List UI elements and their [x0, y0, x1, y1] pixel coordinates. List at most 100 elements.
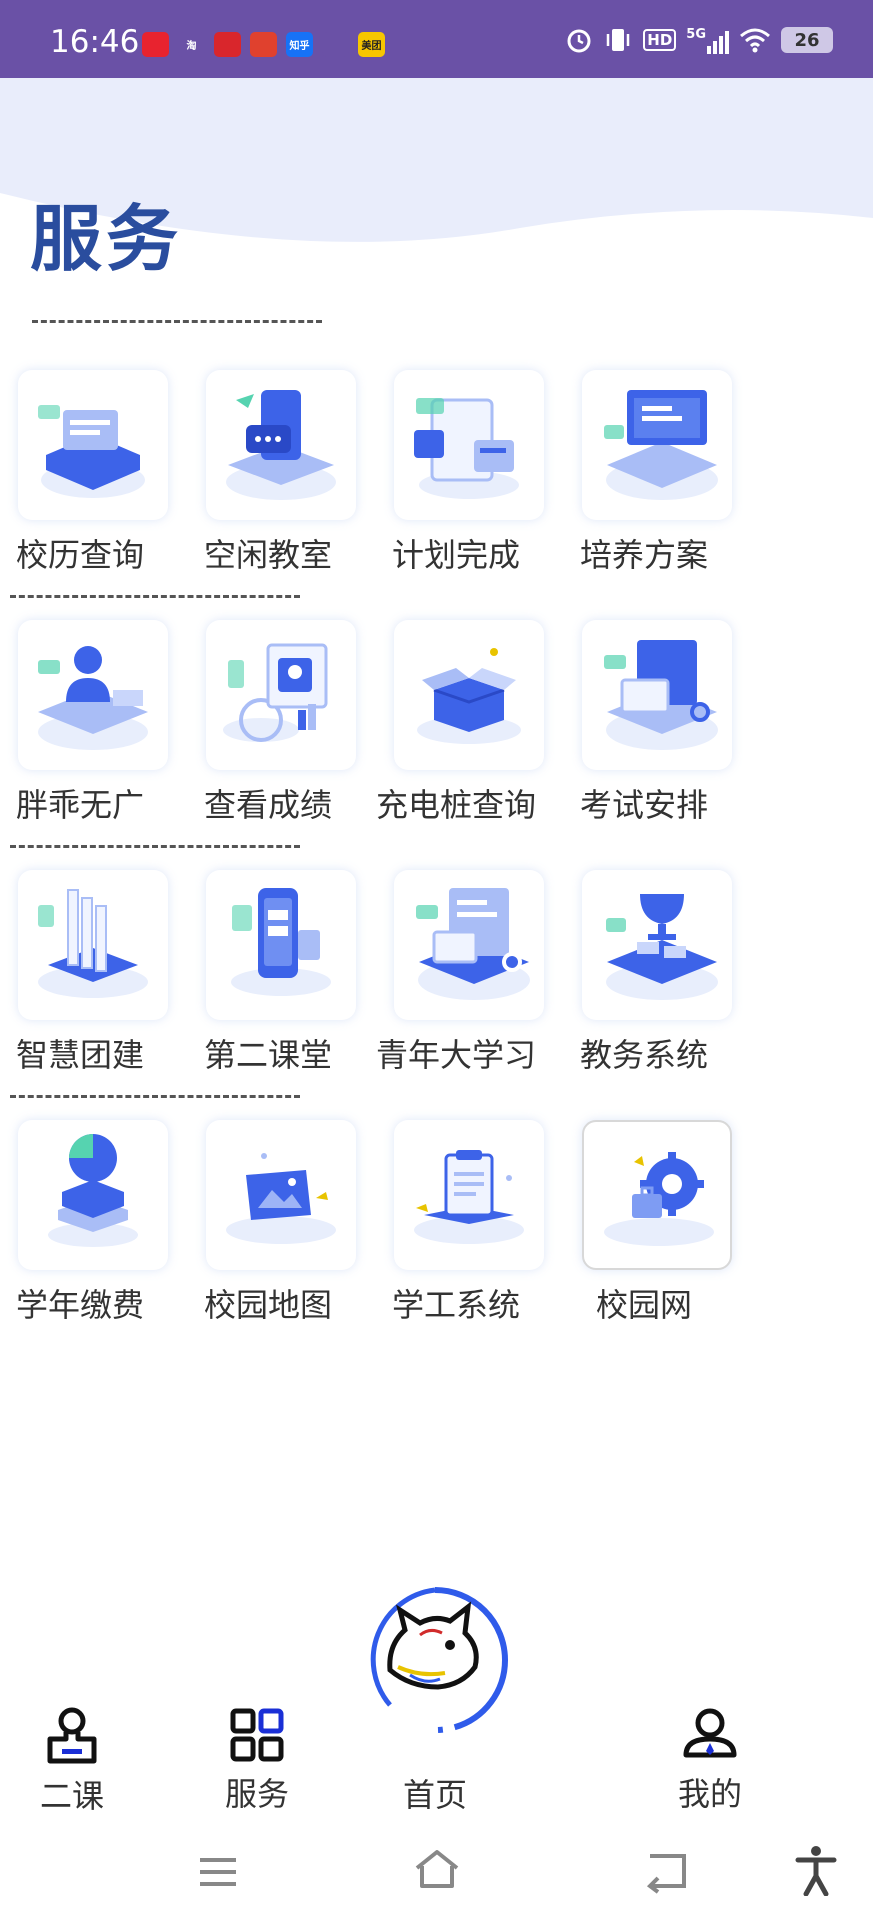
system-navigation-bar	[0, 1830, 873, 1920]
row-divider	[10, 595, 300, 598]
service-label: 培养方案	[579, 536, 708, 574]
page-title: 服务	[30, 197, 183, 281]
system-status-icons: HD 5G 26	[565, 26, 833, 54]
service-item[interactable]: 胖乖无广	[0, 620, 180, 840]
docs-stack-icon	[38, 889, 148, 998]
taobao-icon: 淘	[178, 32, 205, 57]
service-card[interactable]	[394, 370, 544, 520]
service-label: 学年缴费	[15, 1286, 144, 1324]
service-item[interactable]: 充电桩查询	[356, 620, 556, 840]
nav-label: 首页	[402, 1776, 467, 1814]
nav-item-services[interactable]: 服务	[207, 1705, 307, 1815]
nav-label: 我的	[677, 1775, 742, 1813]
signal-icon	[707, 30, 729, 54]
service-item[interactable]: 校园网	[544, 1120, 744, 1340]
service-card[interactable]	[394, 620, 544, 770]
tmall-icon	[142, 32, 169, 57]
map-picture-icon	[226, 1153, 336, 1244]
service-item[interactable]: 校历查询	[0, 370, 180, 590]
service-label: 考试安排	[579, 786, 708, 824]
plan-cards-icon	[414, 398, 519, 499]
row-divider	[10, 1095, 300, 1098]
service-item[interactable]: 第二课堂	[168, 870, 368, 1090]
service-card[interactable]	[582, 870, 732, 1020]
title-divider	[32, 320, 322, 323]
service-label: 学工系统	[391, 1286, 520, 1324]
service-item[interactable]: 计划完成	[356, 370, 556, 590]
exam-printer-icon	[604, 640, 718, 750]
service-card[interactable]	[206, 620, 356, 770]
row-divider	[10, 845, 300, 848]
service-label: 校历查询	[15, 536, 144, 574]
service-card[interactable]	[18, 870, 168, 1020]
service-label: 教务系统	[579, 1036, 708, 1074]
phone-class-icon	[231, 888, 331, 996]
meituan-icon: 美团	[358, 32, 385, 57]
alarm-icon	[567, 29, 591, 53]
menu-icon[interactable]	[196, 1850, 240, 1894]
grade-screen-icon	[223, 643, 328, 742]
wifi-icon	[740, 28, 770, 53]
notification-text: 淘	[186, 41, 197, 52]
service-item[interactable]: 学年缴费	[0, 1120, 180, 1340]
nav-item-home[interactable]: 首页	[385, 1770, 485, 1816]
nav-item-erke[interactable]: 二课	[22, 1705, 122, 1817]
nav-label: 服务	[224, 1775, 289, 1813]
service-label: 智慧团建	[15, 1036, 144, 1074]
service-item[interactable]: 查看成绩	[168, 620, 368, 840]
calendar-server-icon	[38, 405, 145, 498]
wolf-logo-icon	[370, 1587, 509, 1733]
accessibility-icon[interactable]	[794, 1844, 838, 1896]
notification-icons: 淘 知乎 美团	[142, 32, 385, 57]
service-card[interactable]	[18, 1120, 168, 1270]
user-icon	[683, 1708, 737, 1758]
notification-text: 美团	[361, 41, 382, 52]
service-card[interactable]	[394, 870, 544, 1020]
battery-icon: 26	[781, 27, 833, 53]
nav-item-mine[interactable]: 我的	[660, 1705, 760, 1815]
service-item[interactable]: 空闲教室	[168, 370, 368, 590]
app-red2-icon	[250, 32, 277, 57]
service-item[interactable]: 学工系统	[356, 1120, 556, 1340]
monitor-plan-icon	[604, 390, 718, 500]
service-label: 胖乖无广	[15, 786, 144, 824]
service-item[interactable]: 培养方案	[544, 370, 744, 590]
status-time: 16:46	[50, 24, 140, 60]
service-label: 空闲教室	[203, 536, 332, 574]
app-red-icon	[214, 32, 241, 57]
service-card[interactable]	[18, 370, 168, 520]
service-label: 校园网	[595, 1286, 692, 1324]
service-card[interactable]	[206, 870, 356, 1020]
stamp-icon	[47, 1707, 97, 1764]
notification-text: 知乎	[289, 41, 310, 52]
service-card[interactable]	[18, 620, 168, 770]
service-label: 计划完成	[391, 536, 520, 574]
network-label: 5G	[686, 26, 706, 42]
service-label: 查看成绩	[203, 786, 332, 824]
box-icon	[417, 648, 521, 744]
app-swirl-icon	[322, 32, 349, 57]
service-item[interactable]: 智慧团建	[0, 870, 180, 1090]
nav-label: 二课	[39, 1777, 104, 1815]
service-card[interactable]	[206, 370, 356, 520]
service-item[interactable]: 青年大学习	[356, 870, 556, 1090]
home-center-button[interactable]	[350, 1575, 520, 1745]
service-item[interactable]: 教务系统	[544, 870, 744, 1090]
trophy-icon	[606, 894, 718, 1000]
service-item[interactable]: 校园地图	[168, 1120, 368, 1340]
home-icon[interactable]	[412, 1846, 462, 1894]
service-card[interactable]	[582, 620, 732, 770]
study-printer-icon	[416, 888, 530, 1000]
service-card[interactable]	[206, 1120, 356, 1270]
zhihu-icon: 知乎	[286, 32, 313, 57]
service-card[interactable]	[394, 1120, 544, 1270]
gear-bag-icon	[604, 1152, 714, 1246]
service-label: 充电桩查询	[375, 786, 536, 824]
pie-chart-icon	[48, 1134, 138, 1247]
service-label: 青年大学习	[375, 1036, 536, 1074]
status-bar: 16:46 淘 知乎 美团 HD 5G 26	[0, 0, 873, 78]
service-item[interactable]: 考试安排	[544, 620, 744, 840]
service-card[interactable]	[582, 370, 732, 520]
back-icon[interactable]	[644, 1848, 690, 1894]
service-card[interactable]	[582, 1120, 732, 1270]
